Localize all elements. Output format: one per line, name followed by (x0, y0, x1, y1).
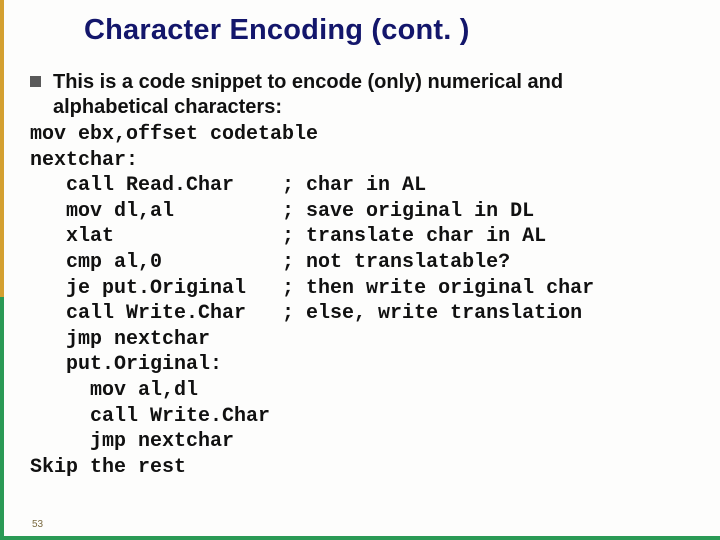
bullet-text-line2: alphabetical characters: (30, 95, 696, 120)
square-bullet-icon (30, 76, 41, 87)
code-snippet: mov ebx,offset codetable nextchar: call … (30, 122, 696, 480)
slide-title: Character Encoding (cont. ) (84, 14, 470, 47)
bullet-text-line1: This is a code snippet to encode (only) … (53, 70, 563, 95)
bullet-item: This is a code snippet to encode (only) … (30, 70, 696, 95)
left-color-strip (0, 0, 4, 540)
bottom-color-strip (0, 536, 720, 540)
slide-body: This is a code snippet to encode (only) … (30, 70, 696, 480)
page-number: 53 (32, 519, 43, 530)
